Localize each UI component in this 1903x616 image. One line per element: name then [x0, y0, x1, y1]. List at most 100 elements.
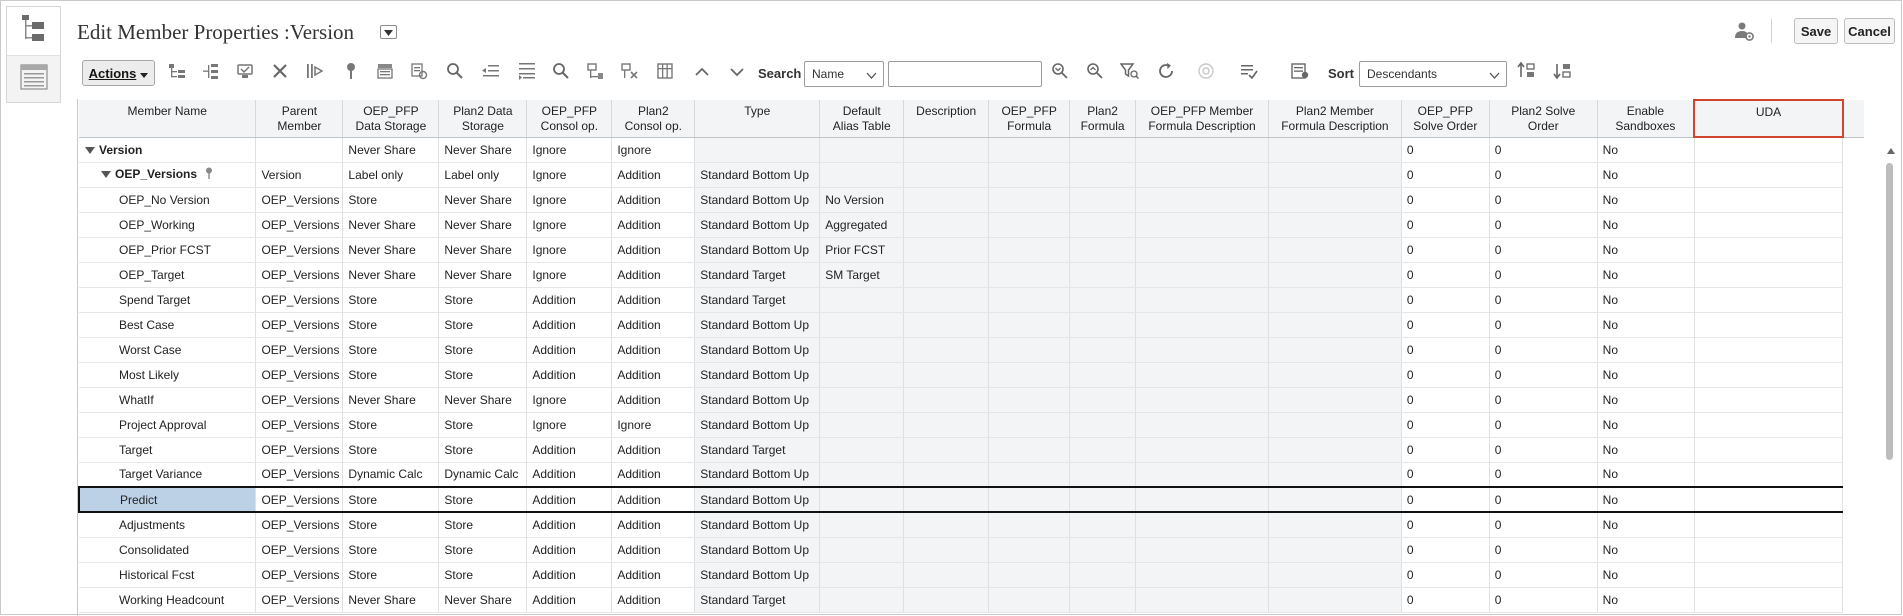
move-down-level-button[interactable] — [517, 62, 537, 83]
move-up-level-button[interactable] — [481, 63, 501, 83]
table-cell[interactable]: Never Share — [342, 137, 440, 163]
member-name-cell[interactable]: Target — [79, 437, 257, 463]
table-cell[interactable]: 0 — [1489, 312, 1598, 338]
table-cell[interactable]: 0 — [1489, 562, 1598, 588]
table-cell[interactable] — [1069, 387, 1137, 413]
table-cell[interactable]: No — [1597, 237, 1695, 263]
table-row[interactable]: Version Never Share Never Share Ignore Ignor… — [79, 137, 1864, 163]
table-cell[interactable] — [988, 187, 1071, 213]
table-cell[interactable]: 0 — [1401, 587, 1490, 613]
table-cell[interactable]: Addition — [611, 312, 696, 338]
table-cell[interactable] — [819, 437, 905, 463]
table-cell[interactable] — [255, 137, 344, 163]
table-cell[interactable] — [988, 387, 1071, 413]
table-cell[interactable] — [1135, 562, 1269, 588]
table-cell[interactable] — [1069, 412, 1137, 438]
search-next-button[interactable] — [1050, 62, 1070, 83]
member-name-cell[interactable]: Spend Target — [79, 287, 257, 313]
member-name-cell[interactable]: WhatIf — [79, 387, 257, 413]
sort-descending-button[interactable] — [1553, 63, 1573, 83]
table-cell[interactable]: Store — [438, 362, 528, 388]
table-cell[interactable] — [988, 262, 1071, 288]
column-header[interactable]: OEP_PFP Formula — [988, 100, 1071, 138]
table-cell[interactable]: Addition — [526, 486, 613, 513]
table-cell[interactable] — [1069, 512, 1137, 538]
table-cell[interactable]: OEP_Versions — [255, 187, 344, 213]
table-cell[interactable] — [819, 587, 905, 613]
table-cell[interactable]: Ignore — [611, 137, 696, 163]
table-row[interactable]: Historical Fcst OEP_Versions Store Store Add… — [79, 562, 1864, 588]
table-cell[interactable] — [1694, 486, 1844, 513]
column-header[interactable]: Default Alias Table — [819, 100, 905, 138]
table-cell[interactable] — [903, 212, 990, 238]
table-cell[interactable]: No — [1597, 562, 1695, 588]
table-cell[interactable] — [1694, 137, 1844, 163]
table-cell[interactable] — [1694, 387, 1844, 413]
table-cell[interactable] — [819, 486, 905, 513]
table-cell[interactable]: 0 — [1489, 237, 1598, 263]
table-cell[interactable]: Dynamic Calc — [438, 462, 528, 488]
table-cell[interactable]: Store — [342, 537, 440, 563]
table-cell[interactable]: Standard Bottom Up — [694, 537, 821, 563]
table-cell[interactable]: No Version — [819, 187, 905, 213]
table-cell[interactable] — [1694, 412, 1844, 438]
table-cell[interactable]: Never Share — [438, 212, 528, 238]
validate-button[interactable] — [1239, 63, 1259, 83]
table-cell[interactable]: Store — [342, 187, 440, 213]
table-cell[interactable] — [1069, 562, 1137, 588]
table-cell[interactable]: Standard Target — [694, 437, 821, 463]
table-row[interactable]: Project Approval OEP_Versions Store Store Ig… — [79, 412, 1864, 438]
member-name-cell[interactable]: Most Likely — [79, 362, 257, 388]
table-cell[interactable]: 0 — [1401, 312, 1490, 338]
add-sibling-button[interactable] — [201, 63, 221, 83]
table-cell[interactable]: Addition — [611, 537, 696, 563]
scroll-up-arrow-icon[interactable] — [1887, 148, 1895, 154]
table-cell[interactable]: Label only — [438, 162, 528, 188]
table-cell[interactable]: OEP_Versions — [255, 212, 344, 238]
expand-triangle-icon[interactable] — [101, 171, 111, 179]
move-member-button[interactable] — [305, 63, 325, 83]
column-header[interactable]: Enable Sandboxes — [1597, 100, 1695, 138]
table-cell[interactable] — [1069, 162, 1137, 188]
table-cell[interactable] — [903, 587, 990, 613]
table-cell[interactable] — [1694, 512, 1844, 538]
table-cell[interactable] — [1694, 312, 1844, 338]
refresh-button[interactable] — [1156, 62, 1176, 83]
table-cell[interactable] — [988, 137, 1071, 163]
table-cell[interactable] — [1694, 562, 1844, 588]
table-cell[interactable]: Never Share — [438, 387, 528, 413]
table-cell[interactable]: Addition — [526, 287, 613, 313]
table-cell[interactable] — [1268, 562, 1402, 588]
table-cell[interactable]: 0 — [1401, 237, 1490, 263]
table-cell[interactable]: Never Share — [438, 137, 528, 163]
table-cell[interactable] — [903, 237, 990, 263]
table-cell[interactable]: OEP_Versions — [255, 562, 344, 588]
table-cell[interactable] — [1268, 387, 1402, 413]
table-cell[interactable]: OEP_Versions — [255, 287, 344, 313]
table-cell[interactable]: Standard Target — [694, 587, 821, 613]
table-cell[interactable]: OEP_Versions — [255, 412, 344, 438]
table-cell[interactable] — [1694, 337, 1844, 363]
table-cell[interactable] — [819, 362, 905, 388]
table-cell[interactable]: Store — [438, 437, 528, 463]
cancel-button[interactable]: Cancel — [1844, 18, 1895, 44]
table-cell[interactable]: Standard Bottom Up — [694, 187, 821, 213]
table-cell[interactable]: Addition — [526, 362, 613, 388]
table-cell[interactable] — [1694, 362, 1844, 388]
table-cell[interactable]: No — [1597, 287, 1695, 313]
table-cell[interactable] — [988, 462, 1071, 488]
table-cell[interactable] — [1268, 312, 1402, 338]
member-name-cell[interactable]: OEP_No Version — [79, 187, 257, 213]
delete-member-button[interactable] — [270, 63, 290, 83]
table-cell[interactable] — [819, 512, 905, 538]
table-cell[interactable]: 0 — [1401, 412, 1490, 438]
table-cell[interactable] — [903, 262, 990, 288]
table-cell[interactable] — [1268, 262, 1402, 288]
table-cell[interactable]: Ignore — [526, 412, 613, 438]
filter-button[interactable] — [1119, 62, 1140, 83]
column-header[interactable]: Parent Member — [255, 100, 344, 138]
table-cell[interactable]: Addition — [611, 362, 696, 388]
table-cell[interactable] — [988, 162, 1071, 188]
title-menu-button[interactable] — [380, 25, 397, 39]
table-cell[interactable]: Addition — [611, 387, 696, 413]
